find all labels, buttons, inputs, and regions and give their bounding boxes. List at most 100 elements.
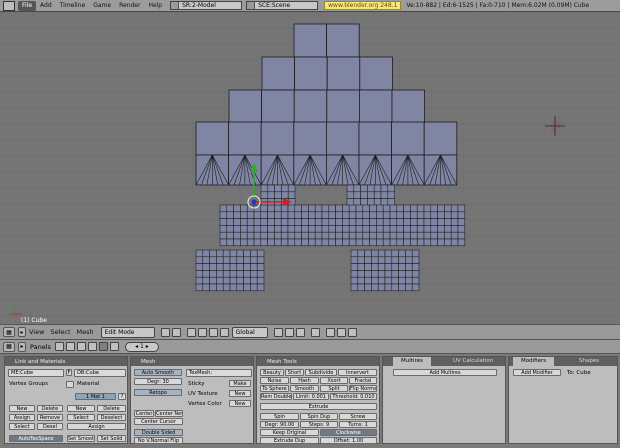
vgroup-select-button[interactable]: Select (9, 423, 35, 430)
auto-smooth-button[interactable]: Auto Smooth (134, 369, 182, 376)
set-smooth-button[interactable]: Set Smooth (67, 435, 95, 442)
menu-game[interactable]: Game (89, 1, 115, 11)
fractal-button[interactable]: Fractal (349, 377, 377, 384)
menu-add[interactable]: Add (36, 1, 56, 11)
material-color-swatch[interactable] (66, 381, 74, 388)
material-select-button[interactable]: Select (67, 414, 95, 421)
menu-file[interactable]: File (18, 0, 37, 11)
extrude-dup-button[interactable]: Extrude Dup (260, 437, 319, 444)
screen-name[interactable]: SR:2-Model (182, 2, 216, 9)
vertex-select-icon[interactable] (273, 327, 283, 337)
material-delete-button[interactable]: Delete (97, 405, 126, 412)
version-badge[interactable]: www.blender.org 248.1 (324, 1, 402, 10)
logic-icon[interactable] (54, 342, 64, 351)
material-new-button[interactable]: New (67, 405, 95, 412)
menu-view[interactable]: View (26, 328, 47, 336)
mode-selector[interactable]: Edit Mode (100, 326, 155, 338)
tab-multires[interactable]: Multires (393, 357, 431, 366)
add-modifier-button[interactable]: Add Modifier (513, 369, 561, 376)
to-sphere-button[interactable]: To Sphere (260, 385, 289, 392)
sticky-make-button[interactable]: Make (229, 380, 251, 387)
keep-original-button[interactable]: Keep Original (260, 429, 319, 436)
extrude-button[interactable]: Extrude (260, 403, 377, 410)
tab-modifiers[interactable]: Modifiers (513, 357, 555, 366)
noise-button[interactable]: Noise (260, 377, 289, 384)
scene-icon[interactable] (109, 342, 119, 351)
orientation-selector[interactable]: Global (231, 326, 268, 338)
scene-browse-icon[interactable] (247, 2, 256, 9)
set-solid-button[interactable]: Set Solid (97, 435, 126, 442)
window-type-icon[interactable] (3, 0, 15, 11)
screen-browse-icon[interactable] (171, 2, 180, 9)
buttons-collapse-icon[interactable]: ▸ (18, 341, 26, 352)
script-icon[interactable] (65, 342, 75, 351)
panel-title[interactable]: Link and Materials (5, 357, 127, 366)
editor-type-icon[interactable]: ▦ (3, 327, 15, 337)
object-datablock-field[interactable]: OB:Cube (74, 369, 126, 377)
editing-icon[interactable] (98, 342, 108, 351)
object-icon[interactable] (87, 342, 97, 351)
frame-number-field[interactable]: ◂ 1 ▸ (124, 341, 159, 352)
screw-button[interactable]: Screw (339, 413, 377, 420)
split-button[interactable]: Split (320, 385, 348, 392)
vgroup-remove-button[interactable]: Remove (37, 414, 63, 421)
retopo-button[interactable]: Retopo (134, 389, 182, 396)
uv-texture-new-button[interactable]: New (229, 390, 251, 397)
material-assign-button[interactable]: Assign (67, 423, 126, 430)
menu-timeline[interactable]: Timeline (56, 1, 90, 11)
fake-user-button[interactable]: F (66, 369, 72, 376)
scene-selector[interactable]: SCE:Scene (246, 1, 319, 10)
tab-shapes[interactable]: Shapes (571, 357, 607, 366)
manipulator-icon[interactable] (186, 327, 196, 337)
turns-field[interactable]: Turns: 1 (339, 421, 377, 428)
vgroup-new-button[interactable]: New (9, 405, 35, 412)
material-deselect-button[interactable]: Deselect (97, 414, 126, 421)
draw-type-icon[interactable] (160, 327, 170, 337)
camera-icon[interactable] (336, 327, 346, 337)
menu-mesh[interactable]: Mesh (74, 328, 97, 336)
edge-select-icon[interactable] (284, 327, 294, 337)
3d-viewport[interactable]: (1) Cube (0, 12, 620, 324)
translate-icon[interactable] (197, 327, 207, 337)
mesh-datablock-field[interactable]: ME:Cube (8, 369, 64, 377)
hash-button[interactable]: Hash (290, 377, 319, 384)
autotexspace-button[interactable]: AutoTexSpace (9, 435, 63, 442)
viewport-canvas[interactable] (0, 12, 620, 324)
pivot-icon[interactable] (171, 327, 181, 337)
texmesh-field[interactable]: TexMesh: (186, 369, 252, 377)
render-icon[interactable] (325, 327, 335, 337)
panel-title[interactable]: Mesh Tools (257, 357, 379, 366)
spin-dup-button[interactable]: Spin Dup (300, 413, 338, 420)
spin-degr-field[interactable]: Degr: 90.00 (260, 421, 299, 428)
panels-menu[interactable]: Panels (30, 343, 51, 351)
offset-field[interactable]: Offset: 1.00 (320, 437, 377, 444)
center-button[interactable]: Center (134, 410, 154, 417)
scene-name[interactable]: SCE:Scene (258, 2, 290, 9)
tab-uv-calculation[interactable]: UV Calculation (445, 357, 501, 366)
xsort-button[interactable]: Xsort (320, 377, 348, 384)
double-sided-button[interactable]: Double Sided (134, 429, 183, 436)
material-query-button[interactable]: ? (118, 393, 126, 400)
add-multires-button[interactable]: Add Multires (393, 369, 497, 376)
spin-button[interactable]: Spin (260, 413, 299, 420)
menu-help[interactable]: Help (144, 1, 166, 11)
smooth-button[interactable]: Smooth (290, 385, 319, 392)
beauty-button[interactable]: Beauty (260, 369, 284, 376)
steps-field[interactable]: Steps: 9 (300, 421, 338, 428)
clockwise-button[interactable]: Clockwise (320, 429, 377, 436)
shading-icon[interactable] (76, 342, 86, 351)
flip-normals-button[interactable]: Flip Normals (349, 385, 377, 392)
vgroup-desel-button[interactable]: Desel (37, 423, 63, 430)
subdivide-button[interactable]: Subdivide (305, 369, 337, 376)
frame-next-icon[interactable]: ▸ (146, 343, 149, 350)
collapse-menu-icon[interactable]: ▸ (18, 327, 26, 337)
vgroup-assign-button[interactable]: Assign (9, 414, 35, 421)
short-button[interactable]: Short (285, 369, 304, 376)
limit-field[interactable]: Limit: 0.001 (293, 393, 329, 400)
face-select-icon[interactable] (295, 327, 305, 337)
no-v-normal-flip-button[interactable]: No V.Normal Flip (134, 437, 183, 444)
occlude-icon[interactable] (310, 327, 320, 337)
frame-prev-icon[interactable]: ◂ (135, 343, 138, 350)
threshold-field[interactable]: Threshold: 0.010 (330, 393, 377, 400)
rotate-icon[interactable] (208, 327, 218, 337)
